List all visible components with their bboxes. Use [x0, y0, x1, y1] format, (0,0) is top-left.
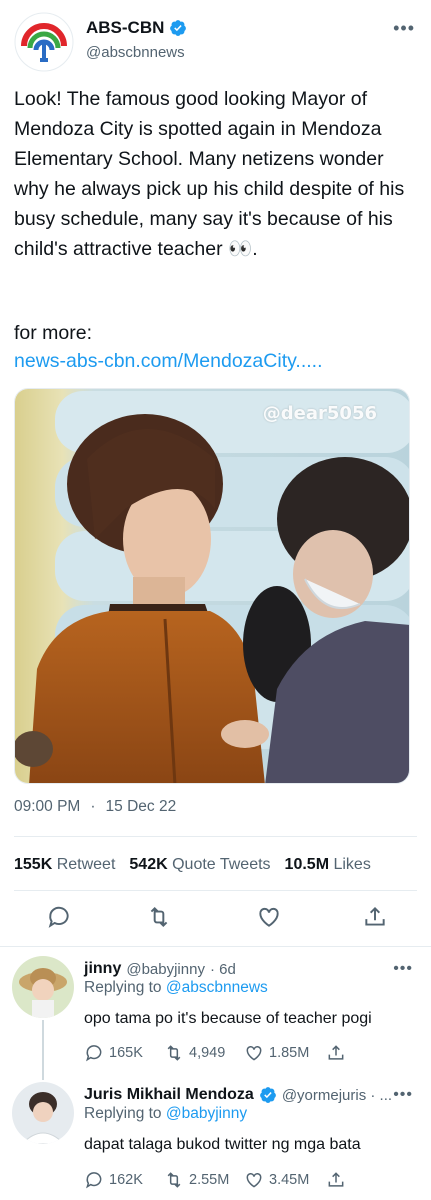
tweet-text: Look! The famous good looking Mayor of M… [14, 88, 405, 260]
reply-author[interactable]: jinny @babyjinny · 6d [84, 960, 236, 978]
retweet-icon [167, 1172, 181, 1188]
reply-share-action[interactable] [326, 1043, 346, 1063]
reply-action-bar: 162K 2.55M 3.45M [84, 1170, 346, 1190]
reply-icon[interactable] [46, 904, 72, 930]
verified-badge-icon [170, 20, 187, 36]
replying-to: Replying to @abscbnnews [84, 979, 268, 997]
more-options-icon[interactable]: ••• [393, 18, 415, 39]
avatar[interactable] [12, 1082, 74, 1144]
reply-text: opo tama po it's because of teacher pogi [84, 1010, 372, 1027]
reply-author-name[interactable]: jinny [84, 960, 121, 978]
replying-to-handle[interactable]: @abscbnnews [166, 979, 268, 996]
for-more-label: for more: [14, 322, 93, 344]
reply-comment-action[interactable]: 162K [84, 1170, 164, 1190]
tweet-link[interactable]: news-abs-cbn.com/MendozaCity..... [14, 346, 323, 376]
reply-action-bar: 165K 4,949 1.85M [84, 1043, 346, 1063]
tweet-timestamp[interactable]: 09:00 PM · 15 Dec 22 [14, 798, 176, 816]
reply-item[interactable]: Juris Mikhail Mendoza @yormejuris · ... … [0, 1072, 431, 1200]
retweets-stat[interactable]: 155K Retweet [14, 856, 115, 874]
account-name[interactable]: ABS-CBN [86, 18, 187, 38]
more-options-icon[interactable]: ••• [393, 1086, 413, 1104]
share-icon[interactable] [362, 904, 388, 930]
retweet-icon [167, 1045, 181, 1061]
replying-to: Replying to @babyjinny [84, 1105, 247, 1123]
likes-stat[interactable]: 10.5M Likes [285, 856, 371, 874]
likes-label: Likes [333, 856, 371, 873]
tweet-photo[interactable]: @dear5056 [14, 388, 410, 784]
account-name-text[interactable]: ABS-CBN [86, 18, 164, 38]
like-icon[interactable] [256, 904, 282, 930]
reply-retweet-action[interactable]: 2.55M [164, 1170, 244, 1190]
reply-author-handle[interactable]: @yormejuris · ... [282, 1087, 392, 1104]
abs-cbn-logo[interactable] [14, 12, 74, 72]
reply-like-action[interactable]: 1.85M [244, 1043, 326, 1063]
reply-time: · 6d [209, 960, 236, 978]
verified-badge-icon [259, 1087, 276, 1103]
tweet-header: ABS-CBN @abscbnnews ••• [0, 0, 431, 80]
engagement-stats: 155K Retweet 542K Quote Tweets 10.5M Lik… [14, 856, 371, 874]
photo-image [15, 389, 409, 783]
retweets-count: 155K [14, 856, 53, 873]
like-count: 1.85M [269, 1045, 310, 1061]
retweet-count: 2.55M [189, 1172, 230, 1188]
avatar[interactable] [12, 956, 74, 1018]
share-icon [328, 1045, 344, 1060]
more-options-icon[interactable]: ••• [393, 960, 413, 978]
reply-like-action[interactable]: 3.45M [244, 1170, 326, 1190]
retweet-icon[interactable] [146, 904, 172, 930]
reply-retweet-action[interactable]: 4,949 [164, 1043, 244, 1063]
quotes-label: Quote Tweets [172, 856, 271, 873]
reply-icon [86, 1172, 102, 1189]
quotes-stat[interactable]: 542K Quote Tweets [129, 856, 270, 874]
reply-author[interactable]: Juris Mikhail Mendoza @yormejuris · ... [84, 1086, 392, 1104]
reply-item[interactable]: jinny @babyjinny · 6d ••• Replying to @a… [0, 948, 431, 1080]
reply-author-handle[interactable]: @babyjinny [126, 961, 205, 978]
divider [14, 836, 417, 837]
reply-share-action[interactable] [326, 1170, 346, 1190]
like-icon [246, 1172, 262, 1188]
retweet-count: 4,949 [189, 1045, 226, 1061]
likes-count: 10.5M [284, 856, 330, 873]
reply-icon [86, 1045, 102, 1062]
replying-label: Replying to [84, 979, 162, 996]
replying-to-handle[interactable]: @babyjinny [166, 1105, 247, 1122]
reply-author-name[interactable]: Juris Mikhail Mendoza [84, 1086, 254, 1104]
tweet-date: 15 Dec 22 [105, 798, 177, 815]
retweets-label: Retweet [56, 856, 116, 873]
tweet-action-bar [0, 896, 431, 940]
divider [0, 946, 431, 947]
divider [14, 890, 417, 891]
share-icon [328, 1172, 344, 1187]
like-count: 3.45M [269, 1172, 310, 1188]
tweet-time: 09:00 PM [14, 798, 81, 815]
reply-comment-action[interactable]: 165K [84, 1043, 164, 1063]
replying-label: Replying to [84, 1105, 162, 1122]
like-icon [246, 1045, 262, 1061]
reply-count: 162K [109, 1172, 143, 1188]
photo-watermark: @dear5056 [262, 403, 377, 424]
reply-text: dapat talaga bukod twitter ng mga bata [84, 1136, 361, 1153]
timestamp-separator: · [90, 798, 96, 815]
account-handle[interactable]: @abscbnnews [86, 44, 185, 61]
thread-connector [42, 1020, 44, 1080]
quotes-count: 542K [129, 856, 168, 873]
reply-count: 165K [109, 1045, 143, 1061]
